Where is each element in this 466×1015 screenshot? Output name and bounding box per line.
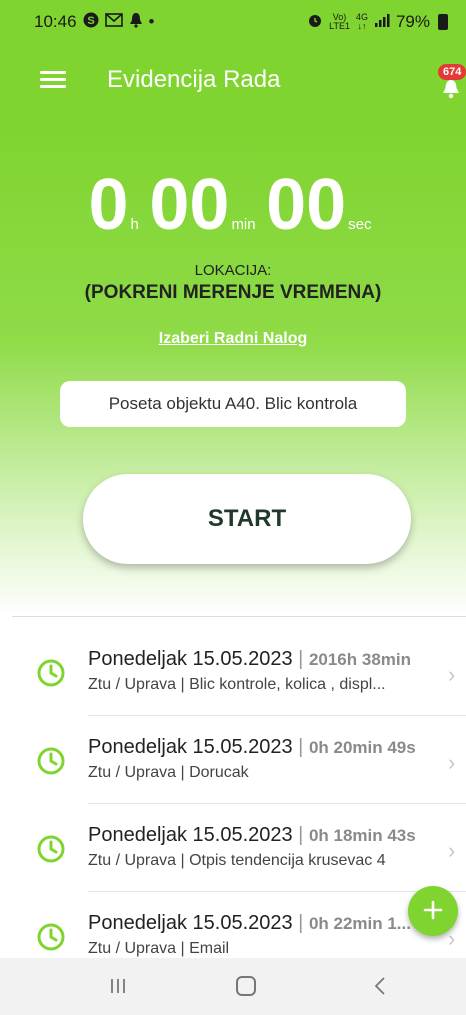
entry-subtitle: Ztu / Uprava | Dorucak	[88, 764, 249, 781]
entry-subtitle: Ztu / Uprava | Blic kontrole, kolica , d…	[88, 676, 386, 693]
battery-percent: 79%	[395, 12, 430, 31]
entry-title: Ponedeljak 15.05.2023 | 0h 20min 49s	[88, 736, 416, 759]
bell-icon	[443, 80, 459, 99]
timer-hours: 0	[88, 165, 129, 245]
location-label: LOKACIJA:	[194, 262, 272, 279]
entry-duration: 0h 20min 49s	[308, 738, 416, 757]
skype-icon: S	[83, 12, 99, 32]
entry-title: Ponedeljak 15.05.2023 | 2016h 38min	[88, 648, 411, 671]
system-nav-bar	[0, 958, 466, 1015]
recent-apps-icon[interactable]	[108, 976, 128, 996]
status-bar: 10:46 S • Vo) LTE1 4G ↓↑ 79%	[0, 0, 466, 44]
location-value: (POKRENI MERENJE VREMENA)	[84, 282, 382, 303]
timer-seconds: 00	[266, 165, 347, 245]
home-icon[interactable]	[236, 976, 256, 996]
volte-icon: Vo) LTE1	[329, 12, 350, 31]
entry-date: Ponedeljak 15.05.2023	[88, 824, 293, 846]
plus-icon	[423, 900, 443, 919]
notification-badge: 674	[438, 64, 466, 80]
task-description-input[interactable]	[60, 381, 406, 427]
timer-minutes: 00	[149, 165, 230, 245]
entry-subtitle: Ztu / Uprava | Email	[88, 940, 230, 957]
4g-icon: 4G ↓↑	[355, 12, 368, 31]
entry-separator: |	[292, 912, 309, 934]
chevron-right-icon: ›	[448, 750, 456, 775]
timer-display: 0h 00 min 00 sec	[0, 164, 466, 246]
list-item[interactable]: Ponedeljak 15.05.2023 | 0h 20min 49s Ztu…	[0, 716, 466, 804]
entry-separator: |	[292, 736, 309, 758]
entry-date: Ponedeljak 15.05.2023	[88, 648, 293, 670]
battery-icon	[438, 14, 448, 30]
add-entry-button[interactable]	[408, 886, 458, 936]
clock-icon	[37, 747, 65, 775]
chevron-right-icon: ›	[448, 662, 456, 687]
chevron-right-icon: ›	[448, 838, 456, 863]
list-item[interactable]: Ponedeljak 15.05.2023 | 0h 18min 43s Ztu…	[0, 804, 466, 892]
entry-separator: |	[292, 824, 309, 846]
app-title: Evidencija Rada	[107, 66, 281, 93]
entry-separator: |	[292, 648, 309, 670]
menu-icon[interactable]	[40, 71, 66, 89]
timer-seconds-unit: sec	[348, 216, 372, 233]
entry-duration: 0h 18min 43s	[308, 826, 416, 845]
entry-title: Ponedeljak 15.05.2023 | 0h 22min 1...	[88, 912, 411, 935]
dot-icon: •	[148, 12, 155, 31]
gmail-icon	[104, 13, 123, 31]
timer-section: 0h 00 min 00 sec LOKACIJA: (POKRENI MERENJ…	[0, 116, 466, 616]
clock-icon	[37, 835, 65, 863]
divider	[12, 616, 466, 617]
svg-text:S: S	[87, 15, 94, 27]
entry-title: Ponedeljak 15.05.2023 | 0h 18min 43s	[88, 824, 416, 847]
list-item[interactable]: Ponedeljak 15.05.2023 | 2016h 38min Ztu …	[0, 628, 466, 716]
signal-icon	[374, 12, 390, 32]
entry-duration: 0h 22min 1...	[308, 914, 411, 933]
timer-minutes-unit: min	[231, 216, 256, 233]
select-work-order-link[interactable]: Izaberi Radni Nalog	[0, 330, 466, 348]
entry-date: Ponedeljak 15.05.2023	[88, 912, 293, 934]
status-time: 10:46	[34, 12, 77, 31]
back-icon[interactable]	[372, 976, 388, 996]
clock-icon	[37, 659, 65, 687]
alarm-icon	[307, 12, 323, 33]
timer-hours-unit: h	[130, 216, 139, 233]
entry-date: Ponedeljak 15.05.2023	[88, 736, 293, 758]
start-button[interactable]: START	[83, 474, 411, 564]
entry-duration: 2016h 38min	[308, 650, 411, 669]
app-bar: Evidencija Rada 674	[0, 44, 466, 116]
entry-subtitle: Ztu / Uprava | Otpis tendencija krusevac…	[88, 852, 386, 869]
notifications-button[interactable]: 674	[432, 64, 466, 104]
notification-icon	[129, 12, 143, 32]
clock-icon	[37, 923, 65, 951]
